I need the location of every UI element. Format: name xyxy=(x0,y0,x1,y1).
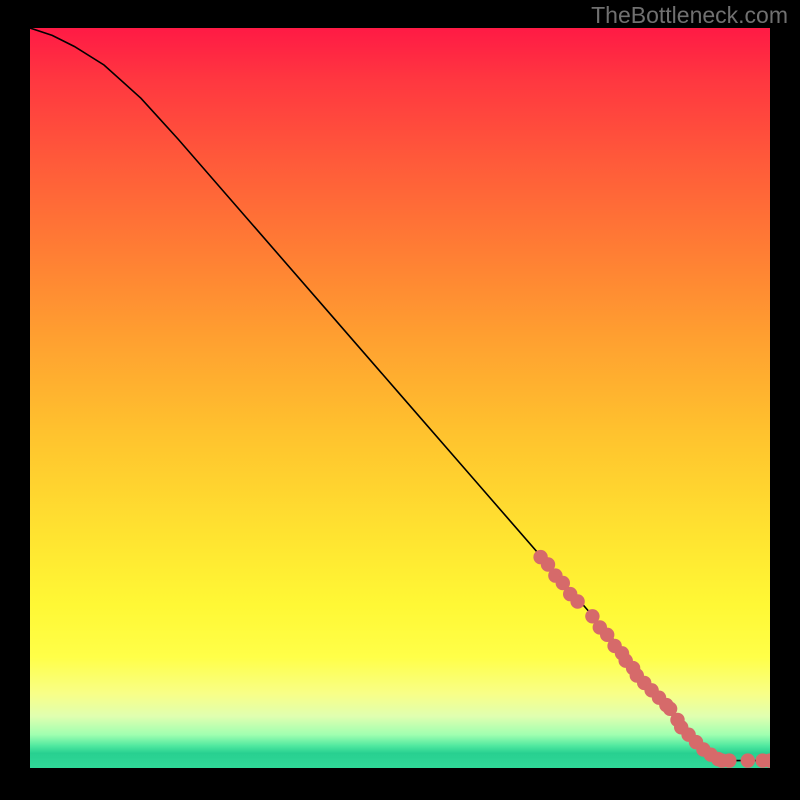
chart-container: TheBottleneck.com xyxy=(0,0,800,800)
watermark-text: TheBottleneck.com xyxy=(591,2,788,29)
data-markers xyxy=(533,550,770,768)
data-marker xyxy=(722,753,736,767)
curve-line xyxy=(30,28,770,761)
data-marker xyxy=(741,753,755,767)
chart-svg xyxy=(30,28,770,768)
data-marker xyxy=(570,594,584,608)
